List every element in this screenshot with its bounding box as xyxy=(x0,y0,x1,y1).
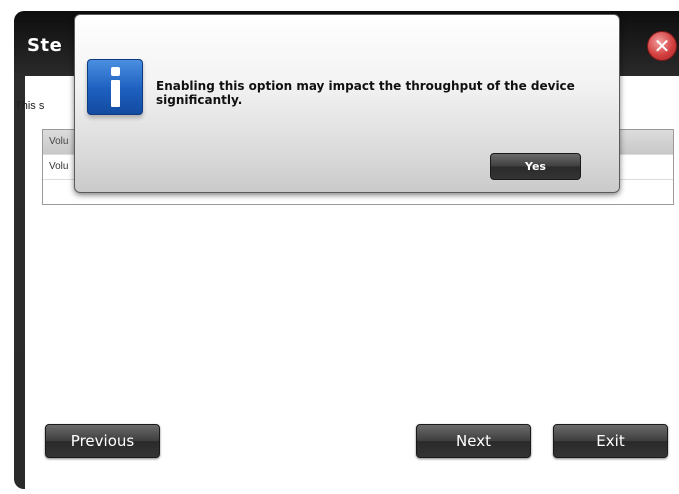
info-icon-dot xyxy=(111,67,120,76)
step-description: This s xyxy=(15,100,45,112)
close-icon: ✕ xyxy=(653,34,671,58)
previous-button[interactable]: Previous xyxy=(45,424,160,458)
table-cell-label: Volu xyxy=(49,136,69,147)
info-dialog: Enabling this option may impact the thro… xyxy=(74,14,620,193)
dialog-message: Enabling this option may impact the thro… xyxy=(156,79,575,107)
close-button[interactable]: ✕ xyxy=(647,31,677,61)
info-icon-bar xyxy=(111,80,120,107)
screen: Ste ✕ This s Volu Volu Previous Next Exi… xyxy=(0,0,679,494)
yes-button[interactable]: Yes xyxy=(490,153,581,180)
next-button[interactable]: Next xyxy=(416,424,531,458)
table-cell-label: Volu xyxy=(49,161,69,172)
window-title: Ste xyxy=(27,35,63,56)
exit-button[interactable]: Exit xyxy=(553,424,668,458)
info-icon xyxy=(87,59,143,115)
